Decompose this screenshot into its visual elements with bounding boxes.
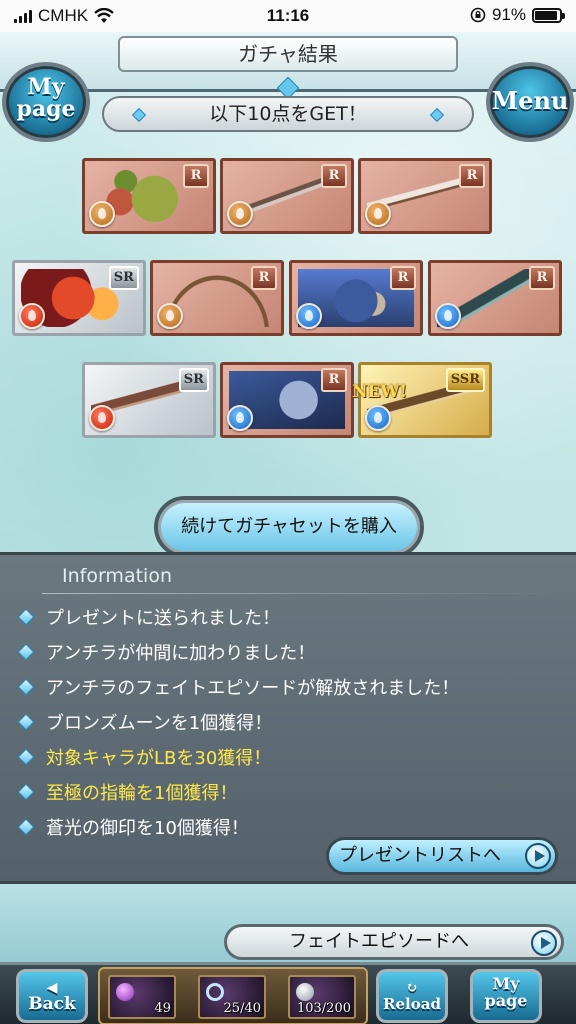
- present-list-label: プレゼントリストへ: [339, 845, 501, 866]
- gem-count: 49: [154, 1001, 171, 1016]
- gacha-result-screen: ガチャ結果 My page Menu 以下10点をGET！ R R R SR R R R SR…: [0, 32, 576, 558]
- status-right: 91%: [470, 5, 565, 25]
- water-element-icon: [296, 303, 322, 329]
- diamond-bullet-icon: [17, 643, 35, 660]
- item-card[interactable]: R: [289, 260, 423, 336]
- information-heading: Information: [42, 565, 562, 594]
- rarity-badge: SSR: [445, 368, 485, 392]
- water-element-icon: [435, 303, 461, 329]
- information-item: 対象キャラがLBを30獲得！: [16, 739, 556, 774]
- earth-element-icon: [157, 303, 183, 329]
- rarity-badge: R: [183, 164, 209, 188]
- rarity-badge: SR: [108, 266, 139, 290]
- fire-element-icon: [89, 405, 115, 431]
- information-item: ブロンズムーンを1個獲得！: [16, 704, 556, 739]
- item-card[interactable]: R: [428, 260, 562, 336]
- information-text: 対象キャラがLBを30獲得！: [46, 747, 272, 769]
- information-text: アンチラのフェイトエピソードが解放されました！: [46, 677, 460, 699]
- earth-element-icon: [89, 201, 115, 227]
- item-card[interactable]: R: [220, 158, 354, 234]
- ring-icon: [206, 983, 224, 1001]
- menu-button[interactable]: Menu: [486, 62, 574, 142]
- reload-icon: ↻: [406, 980, 418, 996]
- arrow-right-icon: [531, 930, 557, 956]
- arrow-right-icon: [525, 843, 551, 869]
- information-text: 蒼光の御印を10個獲得！: [46, 817, 249, 839]
- information-text: プレゼントに送られました！: [46, 607, 280, 629]
- item-card[interactable]: R: [358, 158, 492, 234]
- mypage-nav-line2: page: [484, 991, 528, 1010]
- reload-label: Reload: [383, 995, 441, 1013]
- information-text: アンチラが仲間に加わりました！: [46, 642, 316, 664]
- buy-again-button[interactable]: 続けてガチャセットを購入: [154, 496, 424, 558]
- orientation-lock-icon: [470, 7, 486, 23]
- rarity-badge: R: [459, 164, 485, 188]
- mypage-button[interactable]: My page: [2, 62, 90, 142]
- item-card[interactable]: SR: [82, 362, 216, 438]
- diamond-bullet-icon: [17, 713, 35, 730]
- page-title: ガチャ結果: [118, 36, 458, 72]
- result-banner: 以下10点をGET！: [102, 96, 474, 132]
- ap-stat: 25/40: [198, 975, 266, 1019]
- status-bar: CMHK 11:16 91%: [0, 0, 576, 32]
- information-list: プレゼントに送られました！ アンチラが仲間に加わりました！ アンチラのフェイトエピソ…: [16, 599, 556, 844]
- information-item: アンチラのフェイトエピソードが解放されました！: [16, 669, 556, 704]
- earth-element-icon: [365, 201, 391, 227]
- rarity-badge: R: [321, 164, 347, 188]
- item-card[interactable]: R: [82, 158, 216, 234]
- gem-left-icon: [131, 107, 147, 123]
- mypage-label-line2: page: [16, 96, 76, 122]
- back-button[interactable]: ◀ Back: [16, 969, 88, 1023]
- item-card[interactable]: R: [220, 362, 354, 438]
- diamond-bullet-icon: [17, 818, 35, 835]
- fate-episode-label: フェイトエピソードへ: [289, 931, 469, 952]
- battery-icon: [532, 7, 565, 23]
- diamond-bullet-icon: [17, 748, 35, 765]
- gem-right-icon: [429, 107, 445, 123]
- information-item: アンチラが仲間に加わりました！: [16, 634, 556, 669]
- bp-count: 103/200: [296, 1001, 351, 1016]
- diamond-bullet-icon: [17, 678, 35, 695]
- fate-episode-button[interactable]: フェイトエピソードへ: [224, 924, 564, 960]
- information-text: 至極の指輪を1個獲得！: [46, 782, 238, 804]
- information-text: ブロンズムーンを1個獲得！: [46, 712, 273, 734]
- rarity-badge: R: [321, 368, 347, 392]
- new-badge: NEW!: [352, 382, 408, 402]
- item-card[interactable]: SR: [12, 260, 146, 336]
- back-label: Back: [28, 994, 76, 1014]
- information-item: 至極の指輪を1個獲得！: [16, 774, 556, 809]
- rarity-badge: R: [529, 266, 555, 290]
- header-bar: ガチャ結果: [0, 32, 576, 100]
- status-gauges: 49 25/40 103/200: [98, 967, 368, 1024]
- gem-stat: 49: [108, 975, 176, 1019]
- mypage-nav-button[interactable]: My page: [470, 969, 542, 1023]
- information-panel: Information プレゼントに送られました！ アンチラが仲間に加わりました！…: [0, 552, 576, 884]
- fire-element-icon: [19, 303, 45, 329]
- result-banner-text: 以下10点をGET！: [209, 103, 367, 125]
- present-list-button[interactable]: プレゼントリストへ: [326, 837, 558, 875]
- lower-strip: フェイトエピソードへ: [0, 884, 576, 962]
- silver-orb-icon: [296, 983, 314, 1001]
- information-item: プレゼントに送られました！: [16, 599, 556, 634]
- reload-button[interactable]: ↻ Reload: [376, 969, 448, 1023]
- battery-percent: 91%: [491, 5, 526, 24]
- diamond-bullet-icon: [17, 608, 35, 625]
- bp-stat: 103/200: [288, 975, 356, 1019]
- water-element-icon: [365, 405, 391, 431]
- rarity-badge: R: [390, 266, 416, 290]
- earth-element-icon: [227, 201, 253, 227]
- rarity-badge: SR: [178, 368, 209, 392]
- ap-count: 25/40: [223, 1001, 261, 1016]
- water-element-icon: [227, 405, 253, 431]
- item-card[interactable]: R: [150, 260, 284, 336]
- bottom-nav: ◀ Back 49 25/40 103/200 ↻ Reload My page: [0, 962, 576, 1024]
- rarity-badge: R: [251, 266, 277, 290]
- diamond-bullet-icon: [17, 783, 35, 800]
- crystal-icon: [116, 983, 134, 1001]
